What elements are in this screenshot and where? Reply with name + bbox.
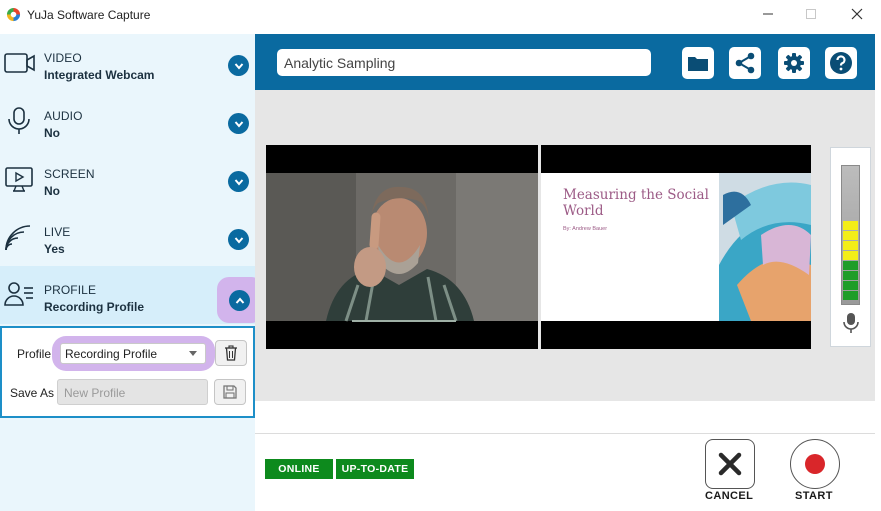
profile-select[interactable]: Recording Profile xyxy=(60,343,206,364)
chevron-down-icon xyxy=(234,236,243,244)
start-label: START xyxy=(795,490,833,502)
slide-background-image xyxy=(541,145,811,349)
session-title-input[interactable]: Analytic Sampling xyxy=(277,49,651,76)
profile-select-value: Recording Profile xyxy=(65,347,158,361)
minimize-icon xyxy=(763,13,773,15)
record-icon xyxy=(805,454,825,474)
sidebar-item-value: Recording Profile xyxy=(44,300,145,314)
sidebar-item-value: No xyxy=(44,184,60,198)
help-icon xyxy=(830,52,852,74)
maximize-icon xyxy=(806,9,816,19)
meter-segment xyxy=(843,281,858,290)
window-title: YuJa Software Capture xyxy=(27,8,151,22)
sidebar-item-value: Yes xyxy=(44,242,65,256)
cancel-label: CANCEL xyxy=(705,490,754,502)
audio-meter-track xyxy=(841,165,860,305)
sidebar-item-title: PROFILE xyxy=(44,283,97,297)
chevron-up-icon xyxy=(235,296,244,304)
expand-screen-button[interactable] xyxy=(228,171,249,192)
expand-video-button[interactable] xyxy=(228,55,249,76)
save-as-label: Save As xyxy=(10,386,55,400)
slide-title: Measuring the Social World xyxy=(563,187,709,219)
webcam-feed-image xyxy=(266,145,538,349)
sidebar-item-screen[interactable]: SCREEN No xyxy=(0,150,255,208)
live-broadcast-icon xyxy=(5,225,31,251)
audio-level-meter xyxy=(830,147,871,347)
microphone-icon xyxy=(843,313,859,333)
save-as-input[interactable]: New Profile xyxy=(57,379,208,405)
trash-icon xyxy=(225,345,237,361)
dropdown-caret-icon xyxy=(189,351,197,356)
close-window-button[interactable] xyxy=(844,4,870,24)
meter-segment xyxy=(843,291,858,300)
help-button[interactable] xyxy=(825,47,857,79)
title-bar: YuJa Software Capture xyxy=(0,0,881,30)
share-button[interactable] xyxy=(729,47,761,79)
folder-icon xyxy=(688,57,708,71)
yuja-logo-icon xyxy=(6,7,21,22)
slide-preview: Measuring the Social World By: Andrew Ba… xyxy=(541,145,811,349)
profile-label: Profile xyxy=(17,347,52,361)
sidebar: VIDEO Integrated Webcam AUDIO No SCREEN … xyxy=(0,34,255,511)
expand-live-button[interactable] xyxy=(228,229,249,250)
chevron-down-icon xyxy=(234,120,243,128)
folder-button[interactable] xyxy=(682,47,714,79)
screen-icon xyxy=(5,167,33,192)
online-status-badge: ONLINE xyxy=(265,459,333,479)
settings-button[interactable] xyxy=(778,47,810,79)
close-icon xyxy=(851,8,863,20)
meter-segment xyxy=(843,231,858,240)
profile-icon xyxy=(4,282,33,306)
sidebar-item-value: No xyxy=(44,126,60,140)
save-profile-button[interactable] xyxy=(214,379,246,405)
close-icon xyxy=(718,452,742,476)
meter-segment xyxy=(843,271,858,280)
expand-audio-button[interactable] xyxy=(228,113,249,134)
sidebar-item-video[interactable]: VIDEO Integrated Webcam xyxy=(0,34,255,92)
webcam-preview xyxy=(266,145,538,349)
slide-author: By: Andrew Bauer xyxy=(563,226,608,232)
minimize-button[interactable] xyxy=(755,4,781,24)
update-status-badge: UP-TO-DATE xyxy=(336,459,414,479)
gear-icon xyxy=(784,53,804,73)
sidebar-item-value: Integrated Webcam xyxy=(44,68,155,82)
maximize-button[interactable] xyxy=(798,4,824,24)
start-record-button[interactable] xyxy=(790,439,840,489)
sidebar-item-title: SCREEN xyxy=(44,167,95,181)
chevron-down-icon xyxy=(234,62,243,70)
sidebar-item-title: AUDIO xyxy=(44,109,83,123)
meter-segment xyxy=(843,251,858,260)
collapse-profile-button[interactable] xyxy=(229,290,250,311)
delete-profile-button[interactable] xyxy=(215,340,247,366)
sidebar-item-live[interactable]: LIVE Yes xyxy=(0,208,255,266)
meter-segment xyxy=(843,261,858,270)
sidebar-item-audio[interactable]: AUDIO No xyxy=(0,92,255,150)
cancel-button[interactable] xyxy=(705,439,755,489)
meter-segment xyxy=(843,221,858,230)
meter-segment xyxy=(843,241,858,250)
share-icon xyxy=(735,52,755,74)
microphone-icon xyxy=(8,107,30,134)
chevron-down-icon xyxy=(234,178,243,186)
save-disk-icon xyxy=(223,385,237,399)
sidebar-item-title: LIVE xyxy=(44,225,71,239)
webcam-icon xyxy=(4,53,35,73)
sidebar-item-title: VIDEO xyxy=(44,51,82,65)
